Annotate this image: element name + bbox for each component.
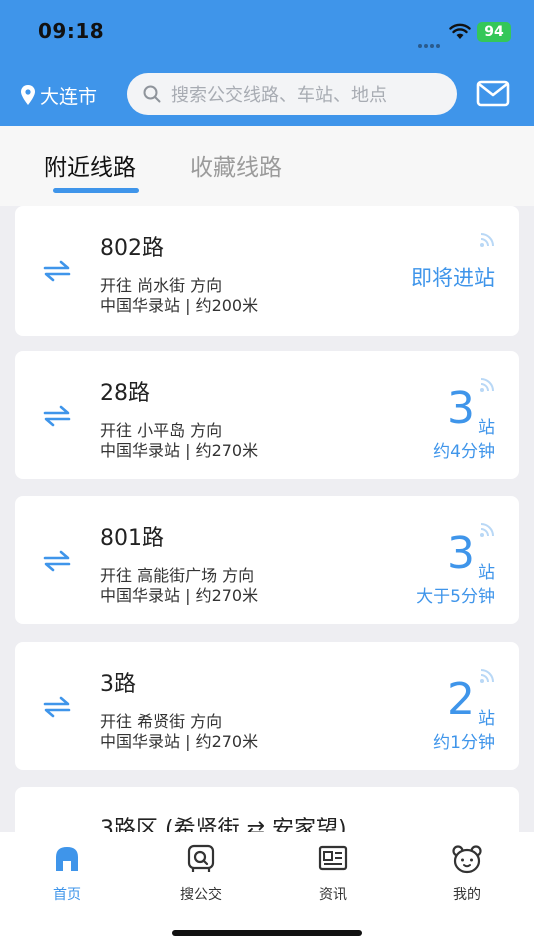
stations-away-count: 2 <box>447 674 475 725</box>
tab-label: 首页 <box>53 887 81 903</box>
location-pin-icon <box>21 85 35 105</box>
tab-favorite-routes[interactable]: 收藏线路 <box>190 148 282 182</box>
route-card[interactable]: 3路区 (希贤街 ⇄ 安家望) <box>15 787 519 832</box>
battery-indicator: 94 <box>477 22 511 42</box>
arrival-status: 即将进站 <box>411 266 495 290</box>
tab-news[interactable]: 资讯 <box>288 844 378 904</box>
route-name: 801路 <box>100 526 164 551</box>
route-card[interactable]: 802路 开往 尚水街 方向 中国华录站 | 约200米 即将进站 <box>15 206 519 336</box>
search-icon <box>143 85 161 103</box>
arrival-eta: 约1分钟 <box>433 733 495 753</box>
tab-home[interactable]: 首页 <box>22 844 112 904</box>
status-bar: 09:18 94 <box>0 0 534 62</box>
route-tabs: 附近线路 收藏线路 <box>0 126 534 206</box>
realtime-signal-icon <box>480 669 494 683</box>
search-placeholder: 搜索公交线路、车站、地点 <box>171 85 387 106</box>
route-stop: 中国华录站 | 约270米 <box>100 586 259 605</box>
home-icon <box>56 847 78 871</box>
city-name: 大连市 <box>40 85 98 108</box>
tab-label: 搜公交 <box>180 887 222 903</box>
realtime-signal-icon <box>480 523 494 537</box>
tab-search-bus[interactable]: 搜公交 <box>156 844 246 904</box>
profile-icon <box>452 845 482 874</box>
swap-direction-icon[interactable] <box>43 260 71 282</box>
status-time: 09:18 <box>38 19 105 43</box>
arrival-eta: 大于5分钟 <box>416 587 495 607</box>
swap-direction-icon[interactable] <box>43 696 71 718</box>
route-name: 3路区 (希贤街 ⇄ 安家望) <box>100 817 347 832</box>
swap-direction-icon[interactable] <box>43 550 71 572</box>
route-name: 3路 <box>100 672 136 697</box>
stations-away-count: 3 <box>447 383 475 434</box>
route-stop: 中国华录站 | 约270米 <box>100 441 259 460</box>
signal-dots-icon <box>418 33 444 48</box>
city-selector[interactable]: 大连市 <box>20 80 97 110</box>
wifi-icon <box>449 23 471 39</box>
stations-unit: 站 <box>478 418 495 438</box>
route-list[interactable]: 802路 开往 尚水街 方向 中国华录站 | 约200米 即将进站 28路 开往… <box>0 206 534 832</box>
route-stop: 中国华录站 | 约270米 <box>100 732 259 751</box>
arrival-eta: 约4分钟 <box>433 442 495 462</box>
route-card[interactable]: 28路 开往 小平岛 方向 中国华录站 | 约270米 3 站 约4分钟 <box>15 351 519 479</box>
news-icon <box>318 845 348 871</box>
realtime-signal-icon <box>480 378 494 392</box>
app-header: 09:18 94 大连市 搜索公交线路、车站、地点 <box>0 0 534 126</box>
stations-unit: 站 <box>478 709 495 729</box>
route-name: 28路 <box>100 381 150 406</box>
realtime-signal-icon <box>480 233 494 247</box>
tab-profile[interactable]: 我的 <box>422 844 512 904</box>
active-tab-indicator <box>53 188 139 193</box>
route-card[interactable]: 801路 开往 高能街广场 方向 中国华录站 | 约270米 3 站 大于5分钟 <box>15 496 519 624</box>
stations-away-count: 3 <box>447 528 475 579</box>
search-input[interactable]: 搜索公交线路、车站、地点 <box>127 73 457 115</box>
tab-label: 我的 <box>453 887 481 903</box>
mail-icon[interactable] <box>476 80 510 108</box>
search-bus-icon <box>187 844 215 872</box>
tab-nearby-routes[interactable]: 附近线路 <box>44 148 136 182</box>
tab-label: 资讯 <box>319 887 347 903</box>
route-card[interactable]: 3路 开往 希贤街 方向 中国华录站 | 约270米 2 站 约1分钟 <box>15 642 519 770</box>
home-indicator <box>172 930 362 936</box>
route-stop: 中国华录站 | 约200米 <box>100 296 259 315</box>
route-name: 802路 <box>100 236 164 261</box>
swap-direction-icon[interactable] <box>43 405 71 427</box>
stations-unit: 站 <box>478 563 495 583</box>
